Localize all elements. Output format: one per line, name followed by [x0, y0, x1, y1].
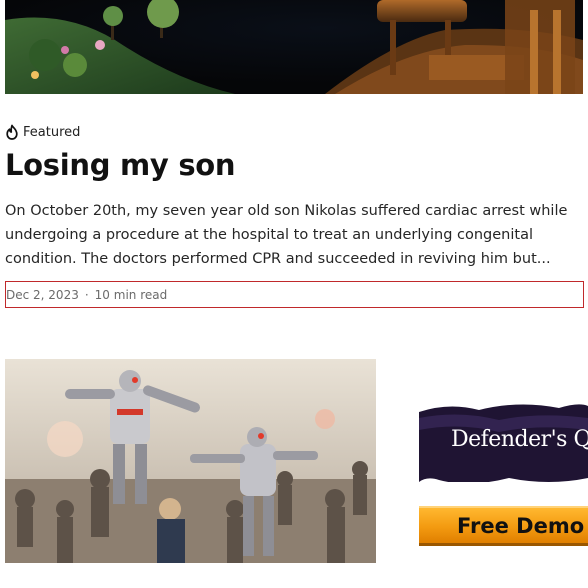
featured-label: Featured — [23, 124, 81, 140]
post-title[interactable]: Losing my son — [5, 148, 236, 182]
free-demo-button[interactable]: Free Demo — [419, 506, 588, 546]
featured-badge: Featured — [5, 124, 80, 140]
flame-icon — [5, 124, 19, 140]
ad-title: Defender's Qu — [451, 427, 588, 452]
meta-separator: · — [84, 287, 89, 302]
post-date: Dec 2, 2023 — [6, 287, 79, 302]
post-meta: Dec 2, 2023 · 10 min read — [5, 281, 584, 308]
post-excerpt[interactable]: On October 20th, my seven year old son N… — [5, 199, 575, 271]
post-card-image[interactable] — [5, 359, 376, 563]
read-time: 10 min read — [94, 287, 168, 302]
ad-banner[interactable]: Defender's Qu Free Demo — [419, 390, 588, 552]
featured-post-image[interactable] — [5, 0, 583, 94]
free-demo-button-label: Free Demo — [457, 514, 585, 538]
